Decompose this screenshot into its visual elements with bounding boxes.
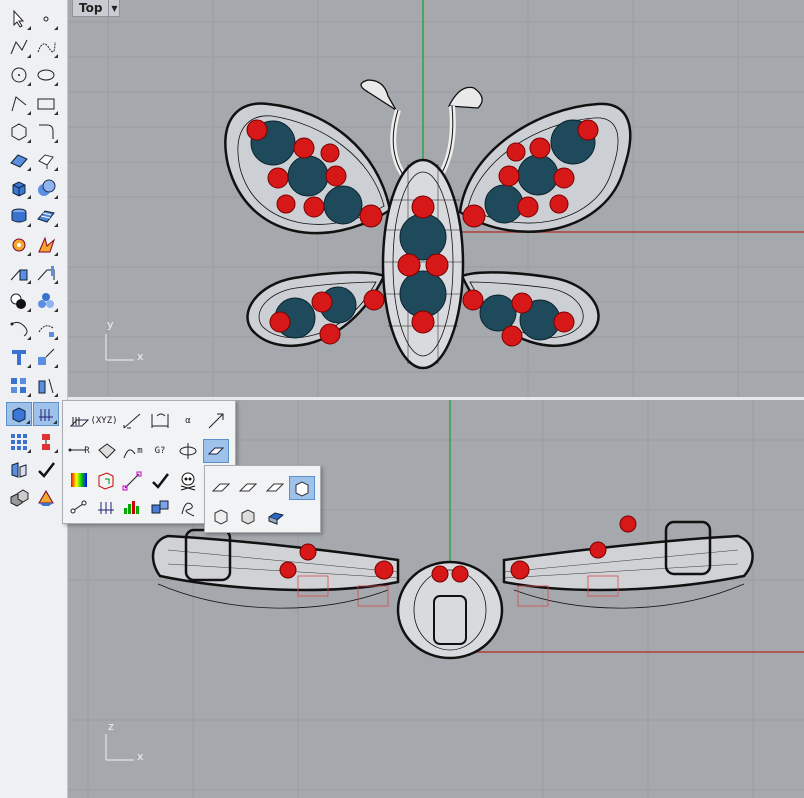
main-toolbar [0,0,68,798]
viewport-title-tab[interactable]: Top ▼ [72,0,121,17]
offset-icon[interactable] [33,317,59,341]
angle-icon[interactable]: α [175,409,201,433]
top-viewport[interactable]: y x Top ▼ [68,0,804,397]
zebra-icon[interactable] [175,439,201,463]
arc-icon[interactable] [6,92,32,116]
distance-icon[interactable] [119,409,145,433]
view-box-m-button[interactable] [235,504,261,528]
extrude-surface-icon[interactable] [33,148,59,172]
bounding-box-icon[interactable] [93,469,119,493]
check-icon[interactable] [33,458,59,482]
top-viewport-canvas [68,0,804,397]
xyz-coordinate-button[interactable]: (XYZ) [90,409,117,433]
measure-plane-icon[interactable] [93,495,119,519]
edge-points-icon[interactable] [119,469,145,493]
solid-blocks-icon[interactable] [6,486,32,510]
dimension-icon[interactable] [33,374,59,398]
analyze-icon[interactable] [33,401,59,426]
fillet-icon[interactable] [33,120,59,144]
geometry-check-icon[interactable]: G? [147,439,173,463]
diagonal-arrow-icon[interactable] [203,409,229,433]
flat-planes-icon[interactable] [66,409,92,433]
view-plan-a-button[interactable] [208,476,234,500]
knot-icon[interactable] [175,495,201,519]
axis-label-y: y [107,318,114,331]
histogram-icon[interactable] [119,495,145,519]
select-arrow-icon[interactable] [6,7,32,31]
check-icon[interactable] [147,469,173,493]
skull-icon[interactable] [175,469,201,493]
rotate-icon[interactable] [6,317,32,341]
cylinder-icon[interactable] [6,204,32,228]
axis-label-x-front: x [137,750,144,763]
ellipse-icon[interactable] [33,63,59,87]
surface-from-points-icon[interactable] [6,148,32,172]
viewport-title[interactable]: Top [72,0,110,17]
axis-gizmo-top [105,334,134,361]
view-flyout [204,465,321,533]
render-block-icon[interactable] [6,401,32,426]
group-icon[interactable] [33,289,59,313]
area-icon[interactable] [93,439,119,463]
transform-gear-icon[interactable] [6,233,32,257]
sphere-union-icon[interactable] [33,176,59,200]
shade-icon[interactable] [6,458,32,482]
bom-icon[interactable] [33,430,59,454]
length-icon[interactable] [147,409,173,433]
polygon-icon[interactable] [6,120,32,144]
point-icon[interactable] [33,7,59,31]
grid-array-icon[interactable] [6,430,32,454]
radius-icon[interactable]: R [66,439,92,463]
axis-label-x: x [137,350,144,363]
material-icon[interactable] [33,486,59,510]
blocks-icon[interactable] [147,495,173,519]
circle-icon[interactable] [6,63,32,87]
boolean-icon[interactable] [6,289,32,313]
curvature-analysis-icon[interactable] [66,469,92,493]
view-shaded-button[interactable] [262,504,288,528]
text-icon[interactable] [6,345,32,369]
view-flyout-toggle[interactable] [203,439,229,463]
point-on-curve-icon[interactable] [66,495,92,519]
rectangle-icon[interactable] [33,92,59,116]
polyline-icon[interactable] [6,35,32,59]
butterfly-model-front [151,520,754,660]
axis-gizmo-front [105,734,134,761]
array-icon[interactable] [6,374,32,398]
curve-icon[interactable] [33,35,59,59]
view-3d-button[interactable] [289,476,315,500]
box-solid-icon[interactable] [6,176,32,200]
split-icon[interactable] [6,261,32,285]
axis-label-z: z [108,720,114,733]
mesh-surface-icon[interactable] [33,204,59,228]
view-plan-b-button[interactable] [235,476,261,500]
explode-icon[interactable] [33,233,59,257]
view-box-c-button[interactable] [208,504,234,528]
view-plan-m-button[interactable] [262,476,288,500]
scale-icon[interactable] [33,345,59,369]
trim-icon[interactable] [33,261,59,285]
chevron-down-icon[interactable]: ▼ [109,0,121,17]
curvature-icon[interactable]: m [119,439,145,463]
